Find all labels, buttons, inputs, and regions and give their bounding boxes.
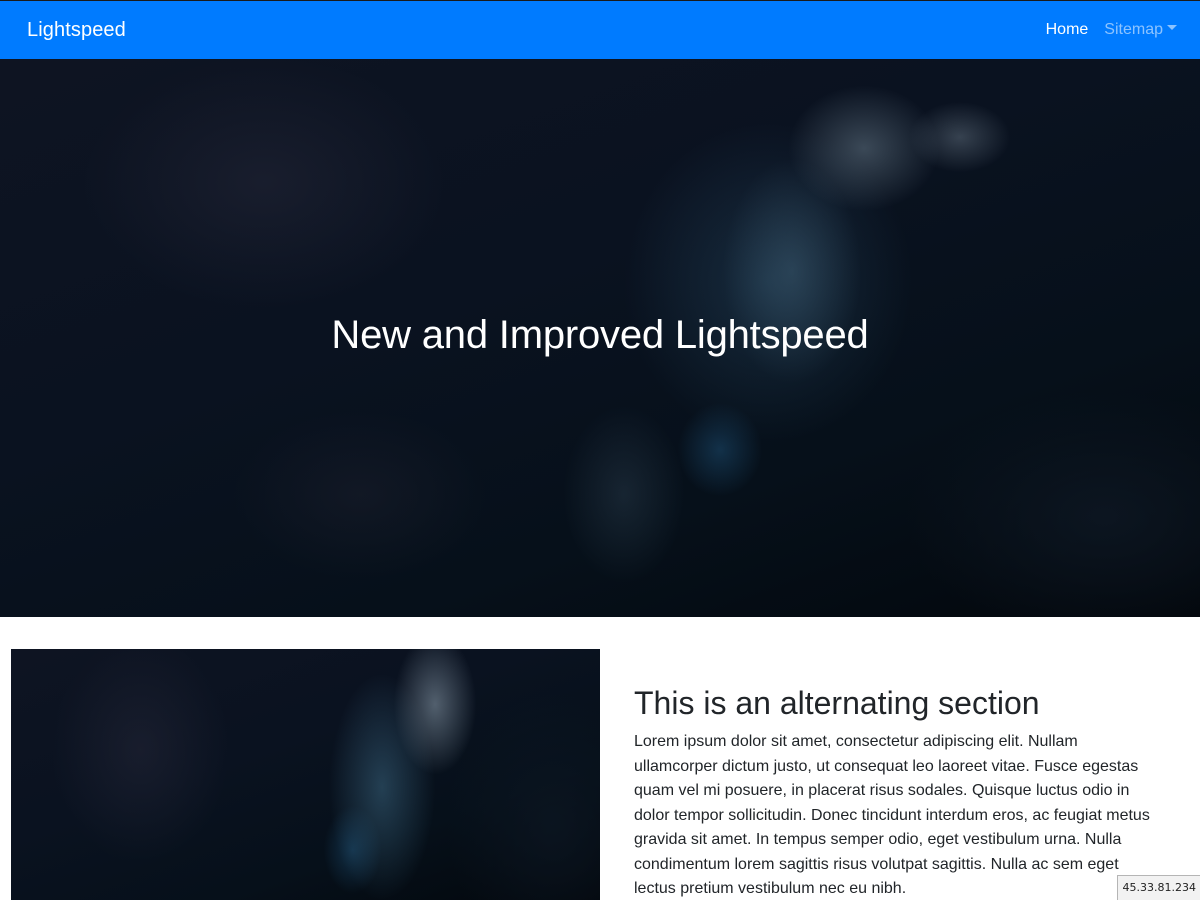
section-heading: This is an alternating section (634, 684, 1159, 722)
brand-link[interactable]: Lightspeed (27, 19, 126, 42)
section-image (11, 649, 600, 900)
top-navbar: Lightspeed Home Sitemap (0, 0, 1200, 59)
section-body: Lorem ipsum dolor sit amet, consectetur … (634, 730, 1159, 902)
nav-links: Home Sitemap (1046, 21, 1177, 39)
chevron-down-icon (1167, 25, 1177, 30)
nav-sitemap-dropdown[interactable]: Sitemap (1104, 21, 1177, 39)
hero-title: New and Improved Lightspeed (331, 313, 868, 358)
hero-banner: New and Improved Lightspeed (0, 59, 1200, 617)
ip-address-badge: 45.33.81.234 (1117, 875, 1200, 900)
nav-sitemap-label: Sitemap (1104, 21, 1163, 38)
nav-home-link[interactable]: Home (1046, 21, 1089, 39)
alternating-section: This is an alternating section Lorem ips… (634, 684, 1159, 902)
